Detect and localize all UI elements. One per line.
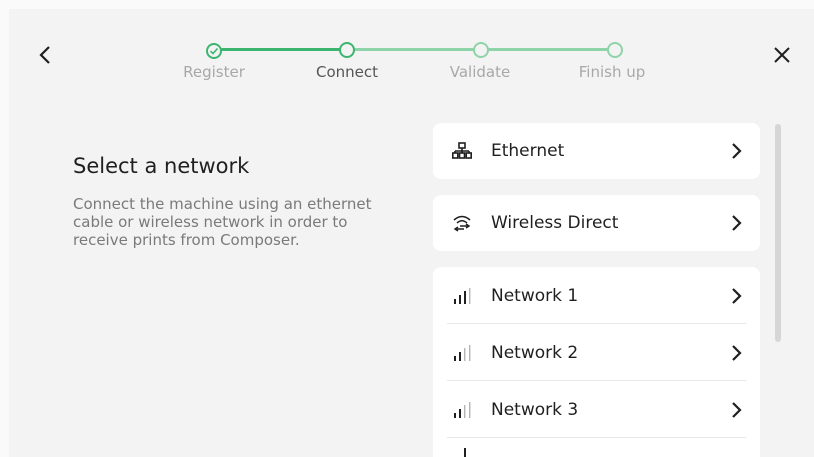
network-label: Network 3 bbox=[491, 399, 579, 420]
step-connector bbox=[488, 48, 610, 51]
network-item[interactable]: Network 3 bbox=[433, 381, 760, 438]
chevron-right-icon bbox=[728, 142, 746, 160]
chevron-right-icon bbox=[728, 214, 746, 232]
connection-label: Ethernet bbox=[491, 141, 565, 161]
step-label-validate: Validate bbox=[449, 63, 511, 81]
ethernet-icon bbox=[451, 142, 473, 160]
progress-stepper: Register Connect Validate Finish up bbox=[9, 9, 814, 109]
step-label-finish: Finish up bbox=[578, 63, 646, 81]
step-finish-dot bbox=[607, 42, 623, 58]
setup-wizard: Register Connect Validate Finish up Sele… bbox=[9, 9, 814, 457]
wireless-direct-card: Wireless Direct bbox=[433, 195, 760, 251]
scrollbar[interactable] bbox=[775, 124, 781, 342]
wireless-direct-icon bbox=[451, 214, 473, 232]
connection-wireless-direct[interactable]: Wireless Direct bbox=[433, 195, 760, 251]
network-item[interactable]: Network 2 bbox=[433, 324, 760, 381]
chevron-right-icon bbox=[728, 401, 746, 419]
network-item[interactable]: Network 1 bbox=[433, 267, 760, 324]
page-title: Select a network bbox=[73, 154, 250, 178]
signal-strength-icon bbox=[451, 344, 473, 362]
step-connect-dot bbox=[339, 42, 355, 58]
signal-strength-icon bbox=[451, 287, 473, 305]
chevron-right-icon bbox=[728, 344, 746, 362]
step-connector bbox=[354, 48, 476, 51]
ethernet-card: Ethernet bbox=[433, 123, 760, 179]
step-validate-dot bbox=[473, 42, 489, 58]
network-list: Network 1 Network 2 Network 3 bbox=[433, 267, 760, 457]
network-label: Network 2 bbox=[491, 342, 579, 363]
chevron-right-icon bbox=[728, 287, 746, 305]
close-button[interactable] bbox=[766, 39, 798, 71]
connection-ethernet[interactable]: Ethernet bbox=[433, 123, 760, 179]
connection-label: Wireless Direct bbox=[491, 213, 619, 233]
network-item-partial[interactable] bbox=[433, 438, 760, 457]
signal-strength-icon bbox=[451, 401, 473, 419]
close-icon bbox=[774, 47, 790, 63]
signal-strength-icon bbox=[451, 444, 473, 457]
step-label-register: Register bbox=[183, 63, 245, 81]
network-label: Network 1 bbox=[491, 285, 579, 306]
step-label-connect: Connect bbox=[315, 63, 379, 81]
step-connector bbox=[220, 48, 342, 51]
page-description: Connect the machine using an ethernet ca… bbox=[73, 195, 372, 249]
step-register-done-icon bbox=[206, 43, 222, 59]
